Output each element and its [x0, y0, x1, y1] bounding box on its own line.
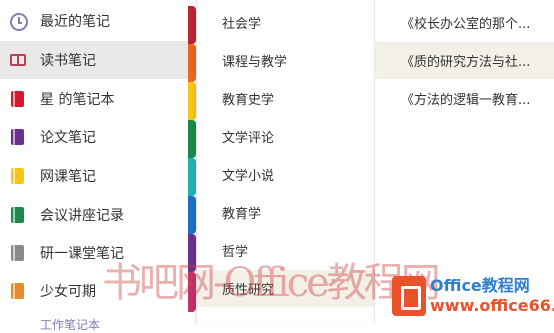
section-label: 课程与教学 — [222, 55, 288, 70]
notebook-label: 论文笔记 — [40, 130, 96, 146]
logo-url: www.office66.cn — [430, 296, 554, 315]
notebook-icon — [11, 207, 24, 223]
section-label: 文学小说 — [222, 169, 275, 184]
notebook-icon — [11, 91, 24, 107]
logo-title: Office教程网 — [430, 276, 530, 295]
notebook-label: 最近的笔记 — [40, 14, 110, 30]
notebook-icon — [11, 283, 24, 299]
section-color-tab — [188, 44, 196, 82]
section-item[interactable]: 文学评论 — [197, 118, 375, 155]
notebook-icon — [11, 245, 24, 261]
notebook-icon — [11, 168, 24, 184]
notebook-label: 网课笔记 — [40, 169, 96, 185]
notebook-item-online-course[interactable]: 网课笔记 — [0, 157, 188, 195]
page-title: 《质的研究方法与社... — [401, 55, 531, 70]
section-item[interactable]: 教育学 — [197, 194, 375, 231]
page-item[interactable]: 《方法的逻辑一教育... — [375, 80, 554, 117]
notebook-item-papers[interactable]: 论文笔记 — [0, 118, 188, 156]
notebook-icon — [11, 129, 24, 145]
section-label: 文学评论 — [222, 131, 275, 146]
notebook-label: 少女可期 — [40, 284, 96, 300]
section-item[interactable]: 社会学 — [197, 4, 375, 41]
office-logo: Office教程网 www.office66.cn — [392, 272, 554, 320]
notebook-item-recent[interactable]: 最近的笔记 — [0, 2, 188, 40]
page-item-selected[interactable]: 《质的研究方法与社... — [375, 42, 554, 79]
page-item[interactable]: 《校长办公室的那个... — [375, 4, 554, 41]
page-title: 《方法的逻辑一教育... — [401, 93, 531, 108]
office-logo-icon — [392, 276, 426, 316]
section-color-tab — [188, 120, 196, 158]
section-item[interactable]: 文学小说 — [197, 156, 375, 193]
section-color-tab — [188, 158, 196, 196]
notebook-item-star[interactable]: 星 的笔记本 — [0, 80, 188, 118]
section-color-tab — [188, 82, 196, 120]
section-label: 社会学 — [222, 17, 262, 32]
notebook-item-reading[interactable]: 读书笔记 — [0, 41, 188, 79]
watermark-text: 书吧网-Office教程网 — [102, 260, 441, 306]
open-book-icon — [10, 54, 26, 66]
section-color-tab — [188, 6, 196, 44]
section-color-tab — [188, 196, 196, 234]
section-item[interactable]: 教育史学 — [197, 80, 375, 117]
notebook-item-meetings[interactable]: 会议讲座记录 — [0, 196, 188, 234]
notebook-label: 读书笔记 — [40, 53, 96, 69]
section-label: 教育学 — [222, 207, 262, 222]
section-item[interactable]: 课程与教学 — [197, 42, 375, 79]
notebook-label: 会议讲座记录 — [40, 208, 124, 224]
clock-icon — [10, 13, 28, 31]
notebook-label: 星 的笔记本 — [40, 92, 115, 108]
page-title: 《校长办公室的那个... — [401, 17, 531, 32]
section-label: 教育史学 — [222, 93, 275, 108]
notebook-label-partial[interactable]: 工作笔记本 — [40, 316, 100, 333]
